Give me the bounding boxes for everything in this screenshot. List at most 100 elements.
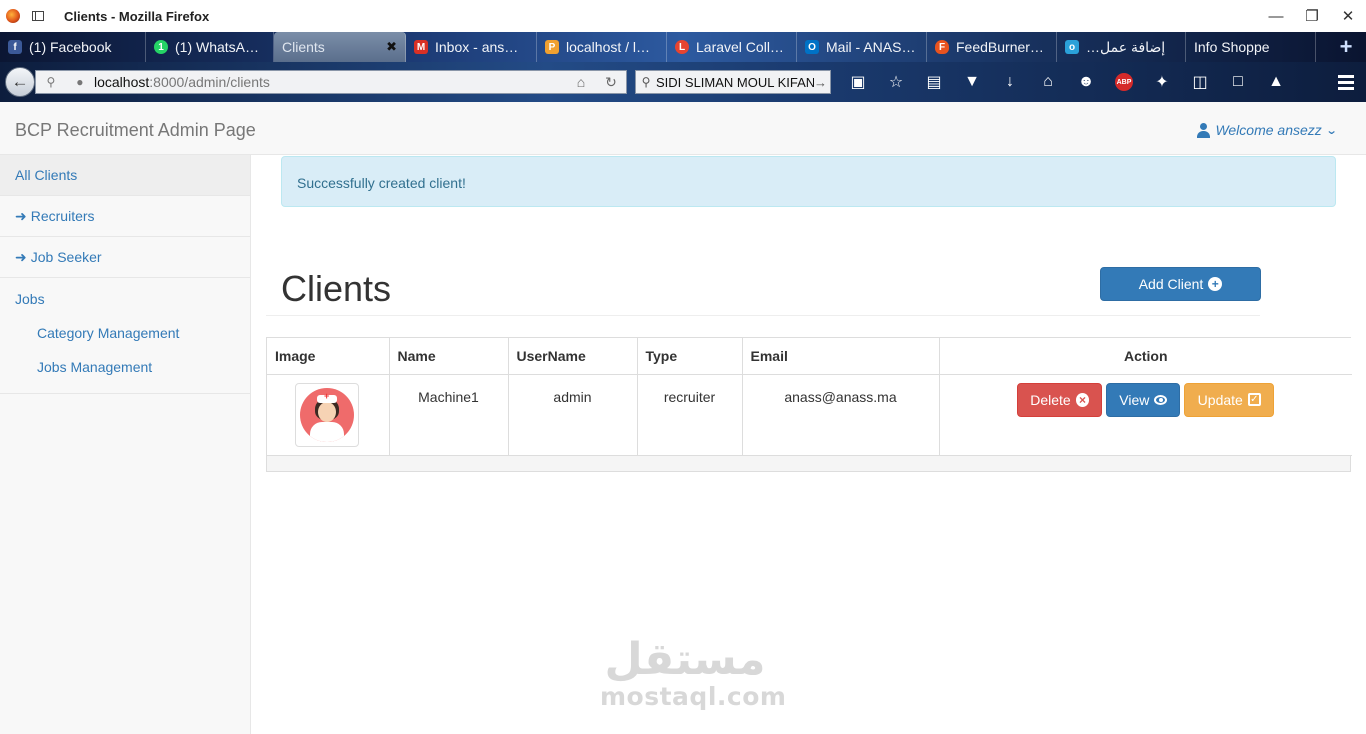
update-button[interactable]: Update ✓: [1184, 382, 1275, 417]
mostaql-icon: o: [1065, 40, 1079, 54]
tab-facebook[interactable]: f (1) Facebook: [0, 32, 146, 62]
tab-label: Inbox - ans…: [435, 39, 519, 55]
cell-actions: Delete × View Update ✓: [939, 374, 1352, 456]
gmail-icon: M: [414, 40, 428, 54]
column-header-type: Type: [637, 338, 743, 375]
tab-info-shoppe[interactable]: Info Shoppe: [1186, 32, 1316, 62]
sidebar-group-jobs: Jobs Category Management Jobs Management: [0, 278, 250, 394]
welcome-text: Welcome ansezz: [1215, 122, 1322, 138]
download-icon[interactable]: ↓: [991, 67, 1029, 97]
tab-label: …إضافة عمل: [1086, 38, 1166, 55]
column-header-name: Name: [389, 338, 509, 375]
success-alert: Successfully created client!: [281, 156, 1336, 207]
search-text: SIDI SLIMAN MOUL KIFAN: [656, 74, 814, 90]
cell-email: anass@anass.ma: [742, 374, 940, 456]
client-thumbnail: [295, 382, 359, 447]
minimize-icon[interactable]: —: [1258, 0, 1294, 32]
tab-label: Laravel Coll…: [696, 39, 784, 55]
addon-icon[interactable]: ▣: [839, 67, 877, 97]
delete-button[interactable]: Delete ×: [1017, 382, 1103, 417]
user-menu[interactable]: Welcome ansezz ⌄: [1197, 122, 1338, 138]
pocket-icon[interactable]: ▼: [953, 67, 991, 97]
page-title: Clients: [281, 268, 392, 309]
view-button[interactable]: View: [1106, 382, 1181, 417]
tab-gmail[interactable]: M Inbox - ans…: [406, 32, 537, 62]
sidebar-item-all-clients[interactable]: All Clients: [0, 155, 250, 196]
tab-feedburner[interactable]: F FeedBurner…: [927, 32, 1057, 62]
tab-whatsapp[interactable]: 1 (1) WhatsA…: [146, 32, 274, 62]
navigation-toolbar: ← ⚲ ● localhost:8000/admin/clients ⌂ ↻ ⚲…: [0, 62, 1366, 102]
tab-label: (1) Facebook: [29, 39, 112, 55]
sidebar: All Clients ➜ Recruiters ➜ Job Seeker Jo…: [0, 155, 251, 734]
chat-icon[interactable]: ☻: [1067, 67, 1105, 97]
sidebar-item-job-seeker[interactable]: ➜ Job Seeker: [0, 237, 250, 278]
bookmark-star-icon[interactable]: ☆: [877, 67, 915, 97]
watermark-latin: mostaql.com: [600, 682, 787, 711]
url-bar[interactable]: ⚲ ● localhost:8000/admin/clients ⌂ ↻: [35, 70, 627, 94]
tab-strip: f (1) Facebook 1 (1) WhatsA… Clients ✖ M…: [0, 32, 1366, 62]
pdf-icon[interactable]: □: [1219, 67, 1257, 97]
table-row: Machine1 admin recruiter anass@anass.ma …: [267, 374, 1352, 456]
firefox-logo-icon: [6, 9, 20, 23]
tab-label: localhost / l…: [566, 39, 651, 55]
brand-title[interactable]: BCP Recruitment Admin Page: [15, 120, 256, 141]
phpmyadmin-icon: P: [545, 40, 559, 54]
plus-circle-icon: +: [1208, 277, 1223, 291]
home-page-icon[interactable]: ⌂: [566, 74, 596, 90]
tab-label: Info Shoppe: [1194, 39, 1270, 55]
sidebar-item-jobs-management[interactable]: Jobs Management: [0, 347, 250, 387]
back-button[interactable]: ←: [5, 67, 35, 97]
tab-mostaql[interactable]: o …إضافة عمل: [1057, 32, 1186, 62]
new-tab-button[interactable]: +: [1326, 32, 1366, 62]
home-icon[interactable]: ⌂: [1029, 67, 1067, 97]
eye-icon: [1154, 394, 1168, 405]
adblock-icon[interactable]: ABP: [1105, 67, 1143, 97]
reader-list-icon[interactable]: ▤: [915, 67, 953, 97]
tab-label: Clients: [282, 39, 325, 55]
key-icon: ⚲: [46, 75, 56, 89]
url-host: localhost: [94, 74, 150, 90]
screenshot-icon[interactable]: ◫: [1181, 67, 1219, 97]
add-client-label: Add Client: [1138, 276, 1204, 292]
feedburner-icon: F: [935, 40, 949, 54]
sidebar-item-label: Jobs: [15, 290, 45, 307]
sidebar-item-label: Job Seeker: [30, 249, 102, 265]
reload-icon[interactable]: ↻: [596, 74, 626, 91]
site-identity[interactable]: ⚲ ●: [36, 75, 94, 89]
close-window-icon[interactable]: ✕: [1330, 0, 1366, 32]
extension-icon[interactable]: ✦: [1143, 67, 1181, 97]
window-menu-icon[interactable]: [32, 11, 44, 21]
close-tab-icon[interactable]: ✖: [386, 39, 397, 55]
tab-label: FeedBurner…: [956, 39, 1044, 55]
column-header-image: Image: [267, 338, 390, 375]
add-client-button[interactable]: Add Client +: [1100, 267, 1261, 301]
clients-table: Image Name UserName Type Email Action Ma…: [266, 337, 1352, 472]
notifications-icon[interactable]: ▲: [1257, 67, 1295, 97]
sidebar-item-label: Jobs Management: [37, 359, 153, 375]
watermark-arabic: مستقل: [604, 634, 766, 685]
laravel-icon: L: [675, 40, 689, 54]
sidebar-item-label: Category Management: [37, 325, 180, 341]
search-input[interactable]: ⚲ SIDI SLIMAN MOUL KIFAN →: [635, 70, 831, 94]
tab-outlook[interactable]: O Mail - ANAS…: [797, 32, 927, 62]
restore-icon[interactable]: ❐: [1294, 0, 1330, 32]
tab-laravel[interactable]: L Laravel Coll…: [667, 32, 797, 62]
tab-clients[interactable]: Clients ✖: [274, 32, 406, 62]
tab-label: (1) WhatsA…: [175, 39, 260, 55]
tab-phpmyadmin[interactable]: P localhost / l…: [537, 32, 667, 62]
outlook-icon: O: [805, 40, 819, 54]
whatsapp-icon: 1: [154, 40, 168, 54]
column-header-action: Action: [939, 338, 1352, 375]
search-go-icon[interactable]: →: [814, 75, 830, 90]
chevron-down-icon: ⌄: [1325, 124, 1338, 137]
search-icon: ⚲: [641, 75, 651, 89]
mostaql-watermark: مستقل mostaql.com: [600, 634, 787, 711]
menu-icon[interactable]: [1326, 74, 1366, 90]
tab-label: Mail - ANAS…: [826, 39, 916, 55]
column-header-username: UserName: [508, 338, 638, 375]
times-circle-icon: ×: [1075, 392, 1090, 407]
sidebar-item-recruiters[interactable]: ➜ Recruiters: [0, 196, 250, 237]
user-icon: [1197, 122, 1211, 138]
app-navbar: BCP Recruitment Admin Page Welcome ansez…: [0, 102, 1366, 155]
cell-name: Machine1: [389, 374, 509, 456]
